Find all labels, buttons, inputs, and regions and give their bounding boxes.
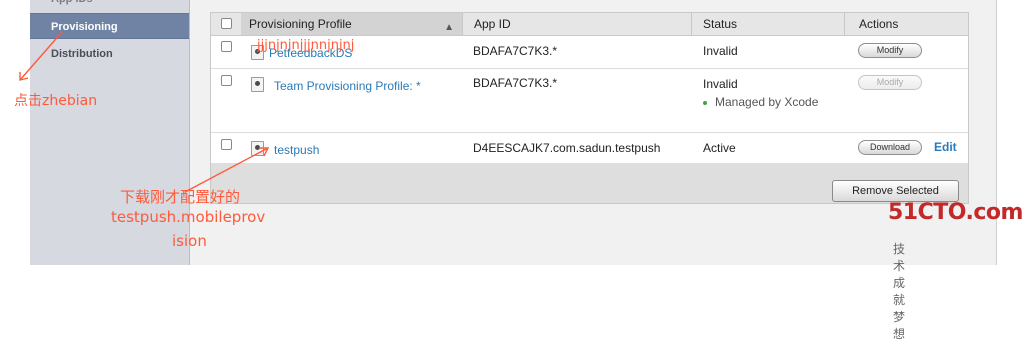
annotation-left-note: 点击zhebian — [14, 93, 98, 109]
annotation-bottom-line1: 下载刚才配置好的 — [120, 188, 241, 206]
watermark-slogan: 技术成就梦想 — [893, 242, 912, 341]
annotation-bottom-line3: ision — [172, 232, 207, 250]
annotation-bottom-line2: testpush.mobileprov — [111, 208, 266, 226]
arrow-to-provisioning — [19, 31, 63, 81]
watermark-logo: 51CTO.com — [888, 200, 1023, 225]
